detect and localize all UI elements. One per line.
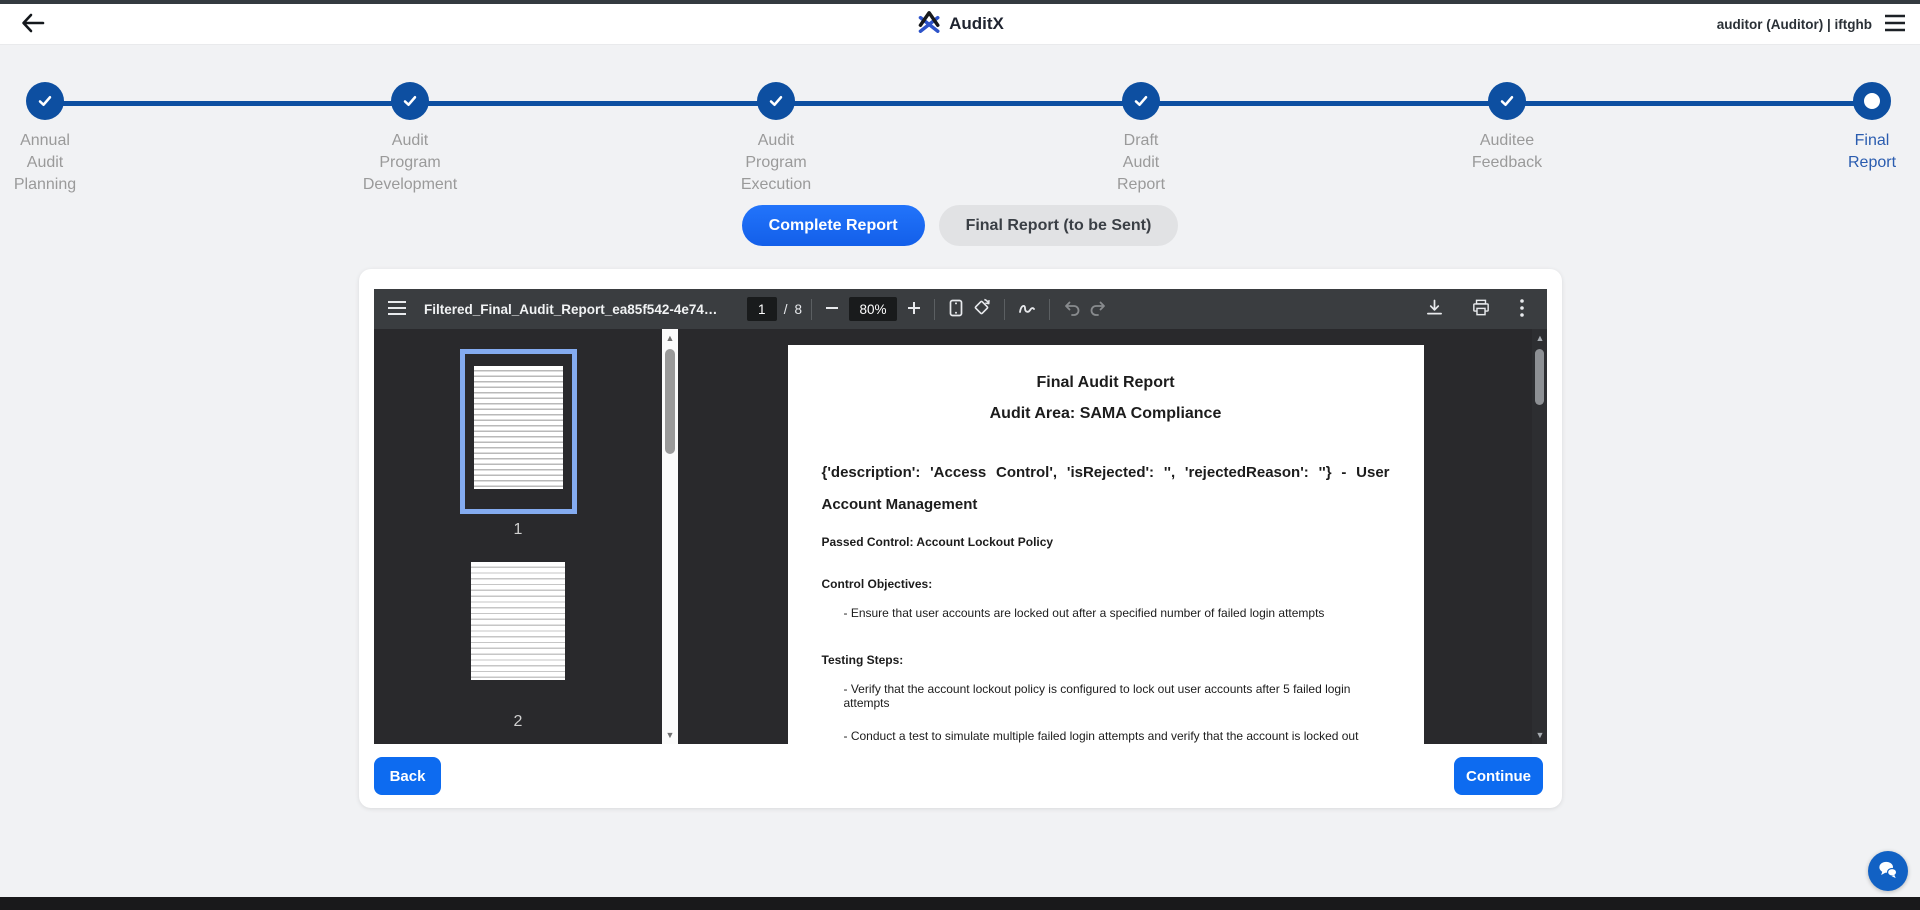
annotate-button[interactable] bbox=[1014, 296, 1040, 323]
step-label: Annual Audit Planning bbox=[14, 130, 76, 196]
step-label: Auditee Feedback bbox=[1472, 130, 1542, 174]
page-number-input[interactable]: 1 bbox=[747, 297, 777, 321]
chat-bubbles-icon bbox=[1877, 860, 1899, 883]
fit-to-page-button[interactable] bbox=[944, 295, 968, 324]
zoom-out-button[interactable] bbox=[821, 297, 843, 322]
step-complete-check-icon bbox=[26, 82, 64, 120]
pdf-sidebar-toggle-button[interactable] bbox=[384, 297, 410, 322]
final-report-to-be-sent-button[interactable]: Final Report (to be Sent) bbox=[939, 205, 1179, 246]
back-button[interactable]: Back bbox=[374, 757, 441, 795]
minus-icon bbox=[825, 301, 839, 318]
brand: AuditX bbox=[916, 9, 1004, 40]
toolbar-separator bbox=[811, 299, 812, 320]
toolbar-separator bbox=[1049, 299, 1050, 320]
footer-bar bbox=[0, 897, 1920, 910]
pdf-thumbnail-page-2[interactable] bbox=[463, 552, 573, 706]
hamburger-icon bbox=[1884, 14, 1906, 35]
plus-icon bbox=[907, 301, 921, 318]
scroll-up-arrow-icon[interactable]: ▲ bbox=[662, 331, 678, 345]
thumbnail-page-number: 1 bbox=[514, 521, 523, 539]
redo-button[interactable] bbox=[1085, 296, 1111, 323]
toolbar-separator bbox=[1004, 299, 1005, 320]
scroll-down-arrow-icon[interactable]: ▼ bbox=[1532, 728, 1547, 742]
chat-fab-button[interactable] bbox=[1868, 851, 1908, 891]
step-label: Draft Audit Report bbox=[1117, 130, 1165, 196]
document-testing-step-item: - Conduct a test to simulate multiple fa… bbox=[822, 729, 1390, 743]
continue-button[interactable]: Continue bbox=[1454, 757, 1543, 795]
zoom-in-button[interactable] bbox=[903, 297, 925, 322]
step-label: Final Report bbox=[1848, 130, 1896, 174]
page-total: 8 bbox=[794, 302, 802, 317]
report-tabs: Complete Report Final Report (to be Sent… bbox=[0, 205, 1920, 246]
scrollbar-thumb[interactable] bbox=[665, 349, 675, 454]
scroll-up-arrow-icon[interactable]: ▲ bbox=[1532, 331, 1547, 345]
auditx-logo-icon bbox=[916, 9, 942, 40]
toolbar-separator bbox=[934, 299, 935, 320]
step-complete-check-icon bbox=[757, 82, 795, 120]
fit-page-icon bbox=[948, 299, 964, 320]
complete-report-button[interactable]: Complete Report bbox=[742, 205, 925, 246]
undo-button[interactable] bbox=[1059, 296, 1085, 323]
print-button[interactable] bbox=[1468, 295, 1494, 323]
document-control-objective-item: - Ensure that user accounts are locked o… bbox=[822, 606, 1390, 620]
arrow-left-icon bbox=[20, 12, 46, 37]
stepper-step-final-report[interactable]: Final Report bbox=[1792, 82, 1920, 174]
thumbnail-page-number: 2 bbox=[514, 713, 523, 731]
kebab-menu-icon bbox=[1519, 298, 1525, 321]
pdf-viewer: Filtered_Final_Audit_Report_ea85f542-4e7… bbox=[374, 289, 1547, 744]
nav-menu-button[interactable] bbox=[1884, 14, 1906, 35]
step-label: Audit Program Execution bbox=[741, 130, 811, 196]
stepper-step-draft-audit-report[interactable]: Draft Audit Report bbox=[1061, 82, 1221, 196]
redo-icon bbox=[1089, 300, 1107, 319]
user-info-label: auditor (Auditor) | iftghb bbox=[1717, 17, 1872, 32]
zoom-level-value[interactable]: 80% bbox=[849, 297, 897, 321]
rotate-icon bbox=[972, 298, 991, 320]
step-complete-check-icon bbox=[1122, 82, 1160, 120]
step-complete-check-icon bbox=[1488, 82, 1526, 120]
document-testing-steps-heading: Testing Steps: bbox=[822, 653, 1390, 667]
final-report-card: Filtered_Final_Audit_Report_ea85f542-4e7… bbox=[359, 269, 1562, 808]
undo-icon bbox=[1063, 300, 1081, 319]
pdf-document-page: Final Audit Report Audit Area: SAMA Comp… bbox=[788, 345, 1424, 744]
scrollbar-thumb[interactable] bbox=[1535, 349, 1544, 405]
more-options-button[interactable] bbox=[1515, 294, 1529, 325]
download-button[interactable] bbox=[1422, 295, 1447, 323]
scroll-down-arrow-icon[interactable]: ▼ bbox=[662, 728, 678, 742]
document-control-objectives-heading: Control Objectives: bbox=[822, 577, 1390, 591]
document-title: Final Audit Report bbox=[822, 373, 1390, 393]
document-testing-step-item: - Verify that the account lockout policy… bbox=[822, 682, 1390, 710]
stepper-step-audit-program-execution[interactable]: Audit Program Execution bbox=[696, 82, 856, 196]
document-passed-control: Passed Control: Account Lockout Policy bbox=[822, 535, 1390, 549]
back-nav-button[interactable] bbox=[16, 8, 50, 40]
navbar: AuditX auditor (Auditor) | iftghb bbox=[0, 4, 1920, 45]
app-title: AuditX bbox=[949, 14, 1004, 34]
pen-icon bbox=[1018, 300, 1036, 319]
download-icon bbox=[1426, 299, 1443, 319]
stepper-connector-line bbox=[45, 101, 1872, 106]
rotate-button[interactable] bbox=[968, 294, 995, 324]
hamburger-icon bbox=[388, 301, 406, 318]
document-subtitle: Audit Area: SAMA Compliance bbox=[822, 404, 1390, 424]
pdf-thumbnail-pane: 1 2 ▲ ▼ bbox=[374, 329, 678, 744]
page-separator: / bbox=[784, 302, 788, 317]
stepper-step-auditee-feedback[interactable]: Auditee Feedback bbox=[1427, 82, 1587, 174]
workflow-stepper: Annual Audit Planning Audit Program Deve… bbox=[0, 46, 1920, 196]
step-complete-check-icon bbox=[391, 82, 429, 120]
document-scrollbar[interactable]: ▲ ▼ bbox=[1532, 329, 1547, 744]
step-label: Audit Program Development bbox=[363, 130, 457, 196]
thumbnail-pane-scrollbar[interactable]: ▲ ▼ bbox=[662, 329, 678, 744]
step-active-ring bbox=[1853, 82, 1891, 120]
pdf-toolbar: Filtered_Final_Audit_Report_ea85f542-4e7… bbox=[374, 289, 1547, 329]
pdf-filename: Filtered_Final_Audit_Report_ea85f542-4e7… bbox=[424, 302, 721, 317]
pdf-thumbnail-page-1[interactable] bbox=[460, 349, 577, 514]
stepper-step-audit-program-development[interactable]: Audit Program Development bbox=[330, 82, 490, 196]
print-icon bbox=[1472, 299, 1490, 319]
document-control-heading: {'description': 'Access Control', 'isRej… bbox=[822, 457, 1390, 521]
stepper-step-annual-audit-planning[interactable]: Annual Audit Planning bbox=[0, 82, 125, 196]
pdf-page-area: Final Audit Report Audit Area: SAMA Comp… bbox=[678, 329, 1547, 744]
